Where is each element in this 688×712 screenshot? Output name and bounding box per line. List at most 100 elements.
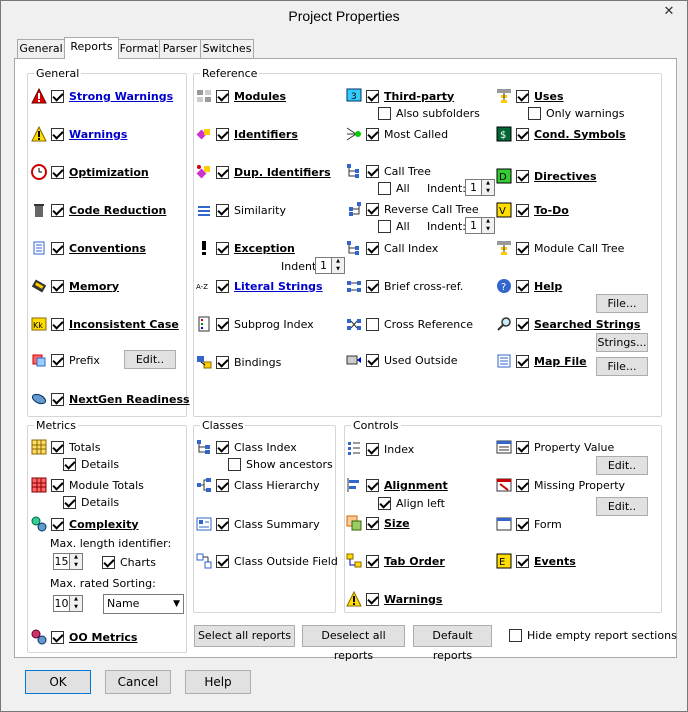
general-item-memory[interactable]: Memory [31, 278, 119, 294]
reference-item-bindings[interactable]: Bindings [196, 354, 281, 370]
help-file-button[interactable]: File... [596, 294, 648, 313]
reference-item-used-outside[interactable]: Used Outside [346, 352, 458, 368]
max-rated-spinner[interactable]: 10 ▲ ▼ [53, 595, 83, 612]
reference-item-map-file[interactable]: Map File [496, 353, 587, 369]
checkbox[interactable] [516, 554, 529, 568]
prefix-edit-button[interactable]: Edit.. [124, 350, 176, 369]
classes-item-class-hierarchy[interactable]: Class Hierarchy [196, 477, 320, 493]
checkbox[interactable] [216, 203, 229, 217]
reference-item-reverse-call-tree[interactable]: Reverse Call Tree [346, 201, 479, 217]
checkbox[interactable] [51, 353, 64, 367]
metrics-item-oo-metrics[interactable]: OO Metrics [31, 629, 137, 645]
missing-property-edit-button[interactable]: Edit.. [596, 497, 648, 516]
checkbox[interactable] [378, 106, 391, 120]
checkbox[interactable] [516, 203, 529, 217]
checkbox[interactable] [366, 516, 379, 530]
reference-item-brief-cross-ref[interactable]: Brief cross-ref. [346, 278, 463, 294]
strings-button[interactable]: Strings... [596, 333, 648, 352]
checkbox[interactable] [216, 440, 229, 454]
max-rated-value[interactable]: 10 [53, 595, 70, 612]
checkbox[interactable] [216, 241, 229, 255]
reverse-call-tree-indent-spinner[interactable]: 1 ▲ ▼ [465, 217, 495, 234]
spinner-arrows[interactable]: ▲ ▼ [482, 217, 495, 234]
checkbox[interactable] [366, 279, 379, 293]
classes-item-class-outside-field[interactable]: Class Outside Field [196, 553, 338, 569]
checkbox[interactable] [216, 517, 229, 531]
select-all-reports-button[interactable]: Select all reports [194, 625, 295, 647]
checkbox[interactable] [63, 495, 76, 509]
tab-reports[interactable]: Reports [64, 37, 119, 59]
reference-item-similarity[interactable]: Similarity [196, 202, 286, 218]
sorting-select[interactable]: Name ▼ [103, 594, 184, 614]
checkbox[interactable] [366, 317, 379, 331]
reference-item-help[interactable]: ? Help [496, 278, 562, 294]
metrics-item-complexity[interactable]: Complexity [31, 516, 139, 532]
property-value-edit-button[interactable]: Edit.. [596, 456, 648, 475]
checkbox[interactable] [51, 279, 64, 293]
checkbox[interactable] [216, 89, 229, 103]
spinner-arrows[interactable]: ▲ ▼ [332, 257, 345, 274]
reference-item-most-called[interactable]: Most Called [346, 126, 448, 142]
checkbox[interactable] [366, 592, 379, 606]
checkbox[interactable] [51, 440, 64, 454]
reference-item-literal-strings[interactable]: A-Z Literal Strings [196, 278, 323, 294]
reference-item-directives[interactable]: D Directives [496, 168, 597, 184]
checkbox[interactable] [366, 202, 379, 216]
checkbox[interactable] [51, 127, 64, 141]
controls-item-size[interactable]: Size [346, 515, 410, 531]
checkbox[interactable] [516, 169, 529, 183]
checkbox[interactable] [216, 127, 229, 141]
controls-item-alignment[interactable]: Alignment [346, 477, 448, 493]
checkbox[interactable] [51, 517, 64, 531]
call-tree-indent-spinner[interactable]: 1 ▲ ▼ [465, 179, 495, 196]
reference-item-cross-reference[interactable]: Cross Reference [346, 316, 473, 332]
call-tree-indent-value[interactable]: 1 [465, 179, 482, 196]
checkbox[interactable] [216, 478, 229, 492]
checkbox[interactable] [366, 442, 379, 456]
checkbox[interactable] [516, 478, 529, 492]
checkbox[interactable] [378, 219, 391, 233]
default-reports-button[interactable]: Default reports [413, 625, 492, 662]
tab-switches[interactable]: Switches [200, 39, 254, 58]
literal-strings-label[interactable]: Literal Strings [234, 280, 323, 293]
checkbox[interactable] [216, 317, 229, 331]
show-ancestors-option[interactable]: Show ancestors [228, 456, 333, 472]
general-item-conventions[interactable]: Conventions [31, 240, 146, 256]
warnings-label[interactable]: Warnings [69, 128, 127, 141]
also-subfolders-option[interactable]: Also subfolders [378, 105, 480, 121]
tab-format[interactable]: Format [118, 39, 160, 58]
reference-item-uses[interactable]: Uses [496, 88, 564, 104]
classes-item-class-index[interactable]: Class Index [196, 439, 297, 455]
reference-item-dup-identifiers[interactable]: Dup. Identifiers [196, 164, 331, 180]
checkbox[interactable] [216, 554, 229, 568]
controls-item-index[interactable]: Index [346, 441, 414, 457]
general-item-code-reduction[interactable]: Code Reduction [31, 202, 166, 218]
tab-general[interactable]: General [17, 39, 65, 58]
max-length-value[interactable]: 15 [53, 553, 70, 570]
checkbox[interactable] [516, 354, 529, 368]
reference-item-call-tree[interactable]: Call Tree [346, 163, 431, 179]
spinner-arrows[interactable]: ▲ ▼ [482, 179, 495, 196]
help-button[interactable]: Help [185, 670, 251, 694]
controls-item-missing-property[interactable]: Missing Property [496, 477, 625, 493]
metrics-item-module-totals[interactable]: Module Totals [31, 477, 144, 493]
cancel-button[interactable]: Cancel [105, 670, 171, 694]
checkbox[interactable] [366, 353, 379, 367]
map-file-button[interactable]: File... [596, 357, 648, 376]
checkbox[interactable] [516, 517, 529, 531]
reference-item-modules[interactable]: Modules [196, 88, 286, 104]
exception-indent-spinner[interactable]: 1 ▲ ▼ [315, 257, 345, 274]
controls-item-property-value[interactable]: Property Value [496, 439, 614, 455]
checkbox[interactable] [366, 127, 379, 141]
exception-indent-value[interactable]: 1 [315, 257, 332, 274]
checkbox[interactable] [51, 89, 64, 103]
strong-warnings-label[interactable]: Strong Warnings [69, 90, 173, 103]
general-item-strong-warnings[interactable]: Strong Warnings [31, 88, 173, 104]
controls-item-events[interactable]: E Events [496, 553, 576, 569]
reference-item-module-call-tree[interactable]: Module Call Tree [496, 240, 624, 256]
reference-item-searched-strings[interactable]: Searched Strings [496, 316, 640, 332]
controls-item-warnings[interactable]: Warnings [346, 591, 442, 607]
reference-item-identifiers[interactable]: Identifiers [196, 126, 298, 142]
checkbox[interactable] [51, 165, 64, 179]
classes-item-class-summary[interactable]: Class Summary [196, 516, 320, 532]
